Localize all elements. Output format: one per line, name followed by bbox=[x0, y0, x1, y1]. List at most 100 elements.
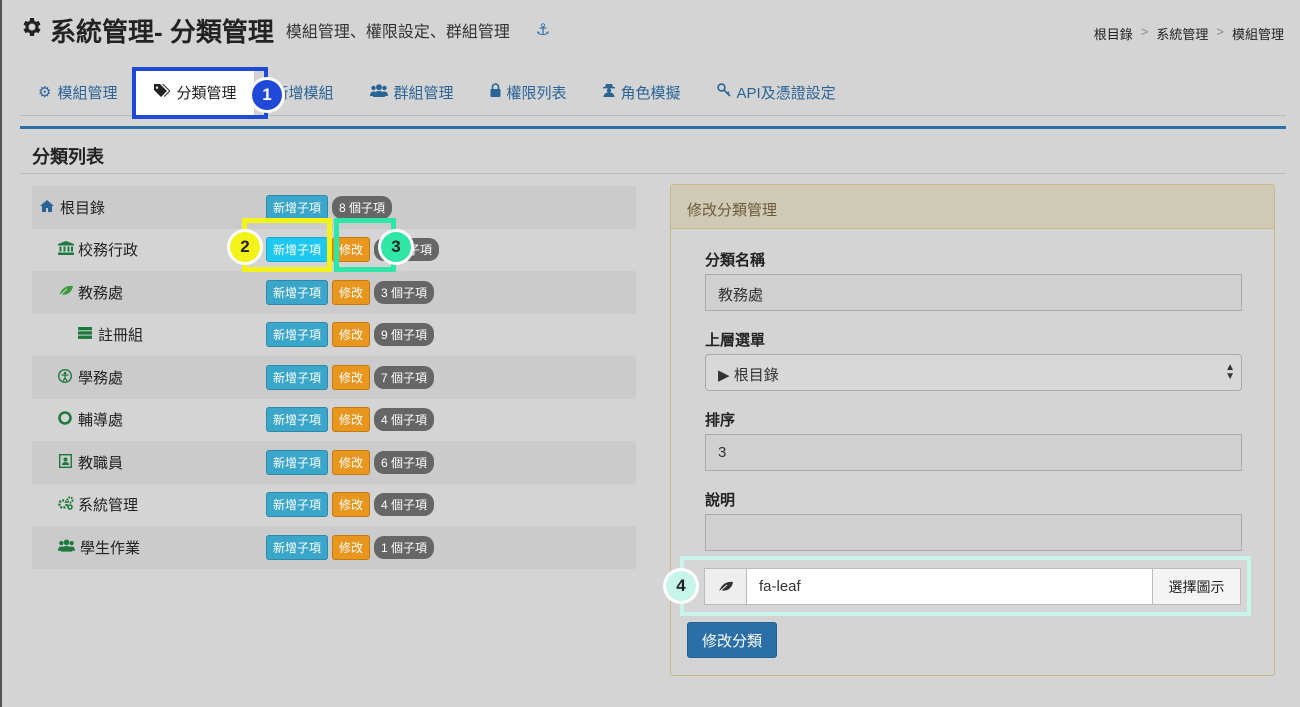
tree-row-actions: 新增子項 修改 4 個子項 bbox=[266, 407, 435, 433]
choose-icon-button[interactable]: 選擇圖示 bbox=[1152, 569, 1240, 604]
life-ring-icon bbox=[58, 411, 72, 428]
edit-button[interactable]: 修改 bbox=[332, 407, 371, 433]
tree-row-system-management: 系統管理 新增子項 修改 4 個子項 bbox=[32, 484, 636, 527]
tree-row-label: 學生作業 bbox=[80, 539, 141, 557]
tab-module-management[interactable]: ⚙ 模組管理 bbox=[20, 69, 135, 115]
tree-row-name: 註冊組 bbox=[32, 324, 143, 345]
page-title: 系統管理- 分類管理 bbox=[50, 16, 274, 47]
breadcrumb-item-system[interactable]: 系統管理 bbox=[1156, 24, 1208, 43]
tree-row-name: 系統管理 bbox=[32, 494, 138, 515]
child-count-badge: 9 個子項 bbox=[374, 323, 435, 347]
description-label: 說明 bbox=[705, 492, 736, 509]
add-child-button[interactable]: 新增子項 bbox=[266, 279, 329, 305]
tree-row-registration: 註冊組 新增子項 修改 9 個子項 bbox=[32, 314, 636, 357]
tree-row-label: 輔導處 bbox=[78, 412, 124, 430]
tree-row-actions: 新增子項 8 個子項 bbox=[266, 194, 393, 220]
tree-row-label: 註冊組 bbox=[98, 327, 144, 345]
add-child-button[interactable]: 新增子項 bbox=[266, 194, 329, 220]
order-input[interactable]: 3 bbox=[705, 434, 1242, 471]
cogs-icon bbox=[58, 496, 74, 513]
tab-label: 新增模組 bbox=[273, 84, 334, 102]
users-icon bbox=[369, 83, 388, 101]
child-count-badge: 1 個子項 bbox=[374, 535, 435, 559]
tab-label: 群組管理 bbox=[393, 84, 454, 102]
edit-button[interactable]: 修改 bbox=[332, 322, 371, 348]
tree-row-student-affairs: 學務處 新增子項 修改 7 個子項 bbox=[32, 356, 636, 399]
lock-icon bbox=[490, 83, 501, 101]
description-input[interactable] bbox=[705, 514, 1242, 551]
category-name-input[interactable]: 教務處 bbox=[705, 274, 1242, 311]
parent-menu-select[interactable]: ▶ 根目錄 ▲ ▼ bbox=[705, 354, 1242, 391]
institution-icon bbox=[58, 241, 74, 258]
page-subtitle: 模組管理、權限設定、群組管理 bbox=[285, 24, 510, 41]
child-count-badge: 8 個子項 bbox=[332, 195, 393, 219]
tree-row-name: 根目錄 bbox=[32, 197, 105, 218]
edit-button[interactable]: 修改 bbox=[332, 279, 371, 305]
child-count-badge: 4 個子項 bbox=[374, 493, 435, 517]
tab-role-simulation[interactable]: 角色模擬 bbox=[585, 69, 699, 115]
tree-row-name: 學務處 bbox=[32, 367, 123, 388]
leaf-icon bbox=[58, 285, 73, 300]
tab-group-management[interactable]: 群組管理 bbox=[352, 69, 472, 115]
tree-row-label: 校務行政 bbox=[78, 242, 139, 260]
add-child-button[interactable]: 新增子項 bbox=[266, 492, 329, 518]
tab-api-settings[interactable]: API及憑證設定 bbox=[699, 69, 854, 115]
tree-row-name: 輔導處 bbox=[32, 409, 123, 430]
gear-icon: ⚙ bbox=[38, 84, 52, 101]
breadcrumb-separator: > bbox=[1140, 24, 1149, 39]
key-icon bbox=[716, 83, 731, 101]
tab-permission-list[interactable]: 權限列表 bbox=[472, 69, 585, 115]
add-child-button[interactable]: 新增子項 bbox=[266, 449, 329, 475]
home-icon bbox=[40, 199, 54, 215]
tree-row-staff: 教職員 新增子項 修改 6 個子項 bbox=[32, 441, 636, 484]
breadcrumb-separator: > bbox=[1216, 24, 1224, 39]
tree-row-student-homework: 學生作業 新增子項 修改 1 個子項 bbox=[32, 526, 636, 569]
edit-button[interactable]: 修改 bbox=[332, 364, 371, 390]
tree-row-actions: 新增子項 修改 6 個子項 bbox=[266, 449, 435, 475]
tree-row-name: 教務處 bbox=[32, 282, 123, 303]
child-count-badge: 6 個子項 bbox=[374, 450, 435, 474]
tree-row-actions: 新增子項 修改 3 個子項 bbox=[266, 279, 435, 305]
page: 系統管理- 分類管理 模組管理、權限設定、群組管理 ⚓ 根目錄 > 系統管理 >… bbox=[0, 0, 1300, 707]
page-header: 系統管理- 分類管理 模組管理、權限設定、群組管理 ⚓ bbox=[20, 10, 550, 50]
add-child-button[interactable]: 新增子項 bbox=[266, 322, 329, 348]
annotation-box-1 bbox=[132, 67, 268, 119]
child-icon bbox=[57, 368, 73, 386]
tab-label: 權限列表 bbox=[506, 84, 567, 102]
add-child-button[interactable]: 新增子項 bbox=[266, 364, 329, 390]
tree-row-label: 教職員 bbox=[78, 454, 124, 472]
panel-title: 分類列表 bbox=[32, 147, 104, 167]
annotation-badge-1: 1 bbox=[252, 80, 282, 110]
panel-divider bbox=[20, 173, 1286, 174]
tree-row-name: 教職員 bbox=[32, 452, 123, 473]
server-icon bbox=[78, 327, 92, 342]
tree-row-name: 學生作業 bbox=[32, 537, 140, 558]
annotation-badge-2: 2 bbox=[230, 232, 260, 262]
tree-row-label: 教務處 bbox=[78, 284, 124, 302]
tree-row-label: 系統管理 bbox=[78, 497, 139, 515]
anchor-icon[interactable]: ⚓ bbox=[536, 20, 550, 40]
breadcrumb-item-root[interactable]: 根目錄 bbox=[1094, 24, 1133, 43]
tab-label: 模組管理 bbox=[57, 84, 118, 102]
parent-menu-value: ▶ 根目錄 bbox=[718, 367, 779, 384]
breadcrumb-item-module: 模組管理 bbox=[1231, 27, 1284, 42]
edit-card-heading: 修改分類管理 bbox=[671, 185, 1274, 229]
update-category-button[interactable]: 修改分類 bbox=[687, 622, 777, 658]
category-name-label: 分類名稱 bbox=[705, 252, 766, 269]
icon-class-input[interactable]: fa-leaf bbox=[747, 569, 1152, 604]
edit-button[interactable]: 修改 bbox=[332, 492, 371, 518]
add-child-button[interactable]: 新增子項 bbox=[266, 407, 329, 433]
child-count-badge: 4 個子項 bbox=[374, 408, 435, 432]
select-arrows-icon: ▲ ▼ bbox=[1225, 362, 1235, 382]
edit-button[interactable]: 修改 bbox=[332, 449, 371, 475]
users-icon bbox=[58, 539, 75, 555]
gear-icon bbox=[20, 15, 44, 46]
tree-row-name: 校務行政 bbox=[32, 239, 138, 260]
annotation-badge-3: 3 bbox=[381, 232, 411, 262]
child-count-badge: 7 個子項 bbox=[374, 365, 435, 389]
add-child-button[interactable]: 新增子項 bbox=[266, 534, 329, 560]
breadcrumb: 根目錄 > 系統管理 > 模組管理 bbox=[1094, 24, 1284, 43]
leaf-icon bbox=[705, 569, 747, 604]
edit-button[interactable]: 修改 bbox=[332, 534, 371, 560]
user-secret-icon bbox=[602, 83, 615, 101]
